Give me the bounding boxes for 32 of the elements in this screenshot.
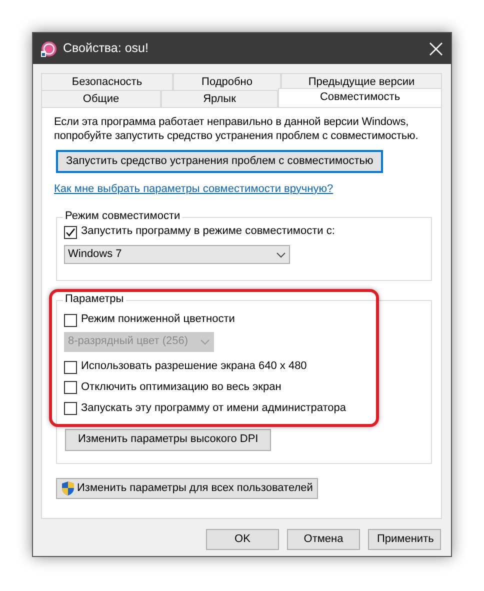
close-icon[interactable] [429,42,443,56]
checkbox[interactable] [64,314,77,327]
checkbox-label: Запускать эту программу от имени администратора [81,402,346,416]
dpi-button[interactable]: Изменить параметры высокого DPI [65,429,272,451]
dialog-button[interactable]: Применить [368,529,441,550]
app-icon [41,40,57,56]
dialog-button[interactable]: Отмена [287,529,360,550]
tab[interactable]: Общие [41,90,161,107]
troubleshoot-button[interactable]: Запустить средство устранения проблем с совместимостью [56,150,384,173]
tab[interactable]: Подробно [173,73,281,90]
checkbox-label: Запустить программу в режиме совместимости с: [81,225,335,240]
checkbox-label: Режим пониженной цветности [81,313,235,328]
dropdown: 8-разрядный цвет (256) [64,332,214,352]
shield-icon [61,481,75,496]
chevron-down-icon [276,252,286,258]
checkbox[interactable] [64,381,77,394]
all-users-button[interactable]: Изменить параметры для всех пользователей [56,478,318,500]
tab[interactable]: Ярлык [161,90,278,107]
checkbox-label: Отключить оптимизацию во весь экран [81,380,282,395]
window-title: Свойства: osu! [63,40,150,56]
group-title: Параметры [63,293,126,308]
dialog-button[interactable]: OK [206,529,279,550]
chevron-down-icon [200,339,210,346]
dropdown[interactable]: Windows 7 [64,245,290,264]
checkbox[interactable] [64,402,77,416]
checkbox-label: Использовать разрешение экрана 640 x 480 [81,360,307,374]
tab[interactable]: Совместимость [278,88,442,107]
intro-text: Если эта программа работает неправильно в данной версии Windows, попробуйте запустить средство устранения проблем с совместимостью. [54,116,420,144]
tab[interactable]: Безопасность [41,73,173,90]
help-link[interactable]: Как мне выбрать параметры совместимости вручную? [54,182,334,196]
checkbox[interactable] [64,360,77,374]
checkbox[interactable] [64,226,77,239]
